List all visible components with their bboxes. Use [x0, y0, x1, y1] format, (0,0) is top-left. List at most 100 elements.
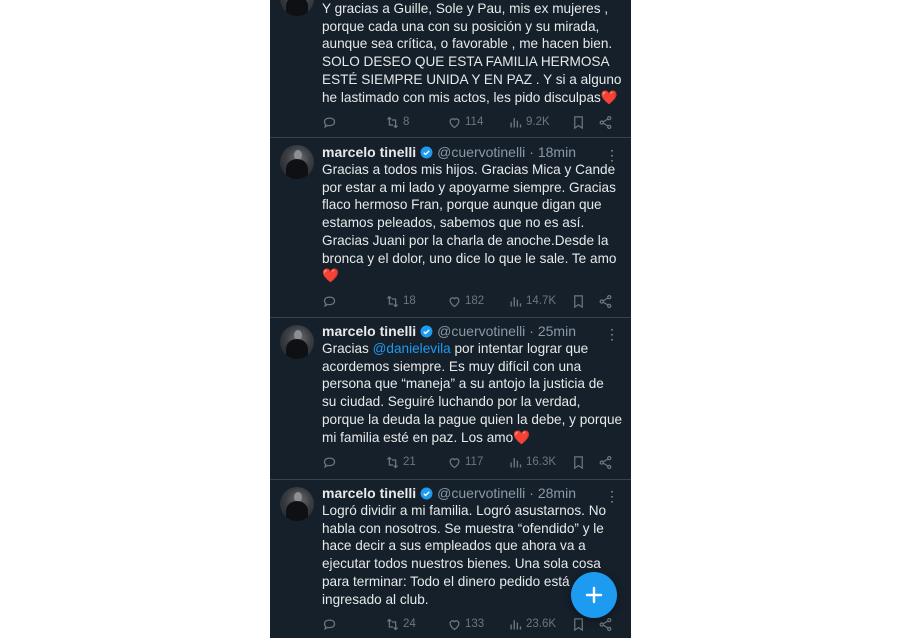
views-count: 23.6K	[526, 618, 557, 630]
text-line: por estar a mi lado y apoyarme siempre. …	[322, 179, 616, 195]
text-line: estamos peleados, sabemos que no es así.	[322, 215, 585, 231]
text-line: ejecutar todos nuestros bienes. Una sola…	[322, 556, 601, 572]
bookmark-icon	[574, 617, 583, 631]
views-button[interactable]: 14.7K	[508, 293, 556, 309]
tweet-2[interactable]: marcelo tinelli @cuervotinelli · 18min ⋮…	[270, 137, 631, 318]
retweet-count: 24	[403, 618, 416, 630]
views-chart-icon	[510, 117, 522, 127]
bookmark-icon	[574, 294, 583, 308]
share-icon	[599, 617, 612, 631]
verified-badge-icon	[420, 146, 433, 158]
author-handle[interactable]: @cuervotinelli	[437, 323, 525, 339]
more-dots-icon[interactable]: ⋮	[605, 327, 619, 341]
text-line: su ciudad. Seguiré luchando por la verda…	[322, 394, 581, 410]
like-button[interactable]: 117	[447, 454, 483, 470]
text-segment: mi familia esté en paz. Los amo	[322, 429, 514, 445]
bookmark-button[interactable]	[571, 293, 586, 309]
tweet-header: marcelo tinelli @cuervotinelli · 28min	[322, 485, 576, 501]
reply-button[interactable]	[322, 114, 337, 130]
reply-icon	[323, 295, 336, 307]
retweet-button[interactable]: 18	[385, 293, 416, 309]
views-chart-icon	[510, 457, 522, 467]
avatar[interactable]	[280, 145, 314, 179]
mention-link[interactable]: @danielevila	[373, 341, 451, 356]
tweet-actions: 18 182 14.7K	[322, 293, 618, 309]
views-chart-icon	[510, 296, 522, 306]
avatar[interactable]	[280, 487, 314, 521]
more-dots-icon[interactable]: ⋮	[605, 489, 619, 503]
like-button[interactable]: 114	[447, 114, 483, 130]
bookmark-button[interactable]	[571, 616, 586, 632]
bookmark-button[interactable]	[571, 114, 586, 130]
views-count: 9.2K	[526, 116, 550, 128]
tweet-4[interactable]: marcelo tinelli @cuervotinelli · 28min ⋮…	[270, 479, 631, 638]
tweet-time: · 28min	[529, 485, 576, 501]
views-button[interactable]: 23.6K	[508, 616, 556, 632]
share-icon	[599, 115, 612, 129]
text-line: hace decir a sus empleados que ahora va …	[322, 538, 586, 554]
retweet-count: 8	[403, 116, 410, 128]
compose-button[interactable]	[571, 572, 617, 618]
reply-button[interactable]	[322, 454, 337, 470]
views-button[interactable]: 16.3K	[508, 454, 556, 470]
author-handle[interactable]: @cuervotinelli	[437, 144, 525, 160]
like-button[interactable]: 133	[447, 616, 484, 632]
heart-emoji: ❤️	[322, 268, 339, 284]
tweet-1[interactable]: Y gracias a Guille, Sole y Pau, mis ex m…	[270, 0, 631, 138]
reply-button[interactable]	[322, 293, 337, 309]
share-button[interactable]	[598, 114, 613, 130]
bookmark-button[interactable]	[571, 454, 586, 470]
tweet-header: marcelo tinelli @cuervotinelli · 25min	[322, 323, 576, 339]
share-button[interactable]	[598, 616, 613, 632]
tweet-text: Gracias @danielevila por intentar lograr…	[322, 340, 624, 446]
views-button[interactable]: 9.2K	[508, 114, 550, 130]
retweet-icon	[387, 295, 398, 307]
verified-badge-icon	[420, 487, 433, 499]
tweet-actions: 24 133 23.6K	[322, 616, 618, 632]
retweet-button[interactable]: 24	[385, 616, 416, 632]
retweet-icon	[387, 116, 398, 128]
tweet-actions: 8 114 9.2K	[322, 114, 618, 130]
text-line: persona que “maneja” a su antojo la just…	[322, 376, 604, 392]
tweet-actions: 21 117 16.3K	[322, 454, 618, 470]
heart-icon	[449, 619, 460, 630]
compose-plus-icon	[585, 586, 603, 604]
avatar[interactable]	[280, 325, 314, 359]
timeline: Y gracias a Guille, Sole y Pau, mis ex m…	[270, 0, 631, 638]
retweet-button[interactable]: 21	[385, 454, 416, 470]
tweet-3[interactable]: marcelo tinelli @cuervotinelli · 25min ⋮…	[270, 317, 631, 480]
text-segment: he lastimado con mis actos, les pido dis…	[322, 89, 601, 105]
text-line: ESTÉ SIEMPRE UNIDA Y EN PAZ . Y si a alg…	[322, 71, 622, 87]
text-line: aunque sea crítica, o favorable , me hac…	[322, 36, 613, 52]
heart-emoji: ❤️	[513, 429, 531, 445]
like-count: 117	[465, 456, 484, 468]
heart-icon	[449, 457, 460, 468]
author-name[interactable]: marcelo tinelli	[322, 144, 416, 160]
tweet-text: Gracias a todos mis hijos. Gracias Mica …	[322, 161, 624, 285]
retweet-button[interactable]: 8	[385, 114, 409, 130]
author-name[interactable]: marcelo tinelli	[322, 485, 416, 501]
author-name[interactable]: marcelo tinelli	[322, 323, 416, 339]
text-line: SOLO DESEO QUE ESTA FAMILIA HERMOSA	[322, 54, 610, 70]
text-line: Gracias Juani por la charla de anoche.De…	[322, 232, 609, 248]
like-count: 133	[465, 618, 485, 630]
verified-badge-icon	[420, 325, 433, 337]
tweet-header: marcelo tinelli @cuervotinelli · 18min	[322, 144, 576, 160]
share-button[interactable]	[598, 293, 613, 309]
like-count: 114	[465, 116, 484, 128]
text-line: Gracias @danielevila por intentar lograr…	[322, 340, 624, 358]
like-count: 182	[465, 295, 485, 307]
heart-icon	[449, 296, 460, 307]
tweet-time: · 18min	[529, 144, 576, 160]
reply-icon	[323, 116, 336, 128]
like-button[interactable]: 182	[447, 293, 484, 309]
heart-emoji: ❤️	[600, 89, 618, 105]
text-line: acordemos siempre. Es muy difícil con un…	[322, 358, 582, 374]
reply-button[interactable]	[322, 616, 337, 632]
avatar[interactable]	[280, 0, 314, 16]
text-line: Gracias a todos mis hijos. Gracias Mica …	[322, 162, 616, 177]
more-dots-icon[interactable]: ⋮	[605, 148, 619, 162]
share-icon	[599, 455, 612, 469]
author-handle[interactable]: @cuervotinelli	[437, 485, 525, 501]
share-button[interactable]	[598, 454, 613, 470]
